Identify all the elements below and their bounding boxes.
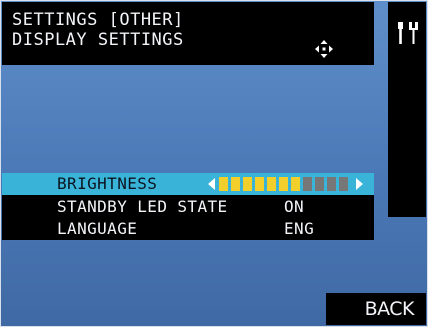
side-panel bbox=[388, 2, 426, 217]
menu-item-brightness[interactable]: BRIGHTNESS bbox=[2, 173, 374, 195]
header-title: SETTINGS [OTHER] bbox=[12, 10, 184, 30]
menu-item-language[interactable]: LANGUAGE ENG bbox=[2, 218, 374, 240]
brightness-segment bbox=[279, 177, 288, 191]
brightness-segment bbox=[291, 177, 300, 191]
brightness-segment bbox=[267, 177, 276, 191]
brightness-slider[interactable] bbox=[208, 177, 368, 191]
back-button[interactable]: BACK bbox=[326, 293, 426, 325]
menu-item-label: STANDBY LED STATE bbox=[57, 197, 228, 216]
menu-item-standby-led-state[interactable]: STANDBY LED STATE ON bbox=[2, 196, 374, 218]
arrow-right-icon[interactable] bbox=[356, 178, 363, 190]
menu-item-label: BRIGHTNESS bbox=[57, 174, 158, 193]
four-way-arrow-icon bbox=[315, 40, 333, 58]
brightness-segment bbox=[219, 177, 228, 191]
brightness-segment bbox=[255, 177, 264, 191]
brightness-segment bbox=[315, 177, 324, 191]
brightness-segment bbox=[231, 177, 240, 191]
brightness-segment bbox=[243, 177, 252, 191]
brightness-segment bbox=[339, 177, 348, 191]
menu-item-label: LANGUAGE bbox=[57, 219, 138, 238]
menu-item-value: ON bbox=[284, 197, 305, 216]
menu-item-value: ENG bbox=[284, 219, 315, 238]
brightness-segment bbox=[327, 177, 336, 191]
arrow-left-icon[interactable] bbox=[208, 178, 215, 190]
tools-icon[interactable] bbox=[396, 22, 420, 44]
brightness-segment bbox=[303, 177, 312, 191]
settings-header: SETTINGS [OTHER] DISPLAY SETTINGS bbox=[2, 2, 374, 65]
